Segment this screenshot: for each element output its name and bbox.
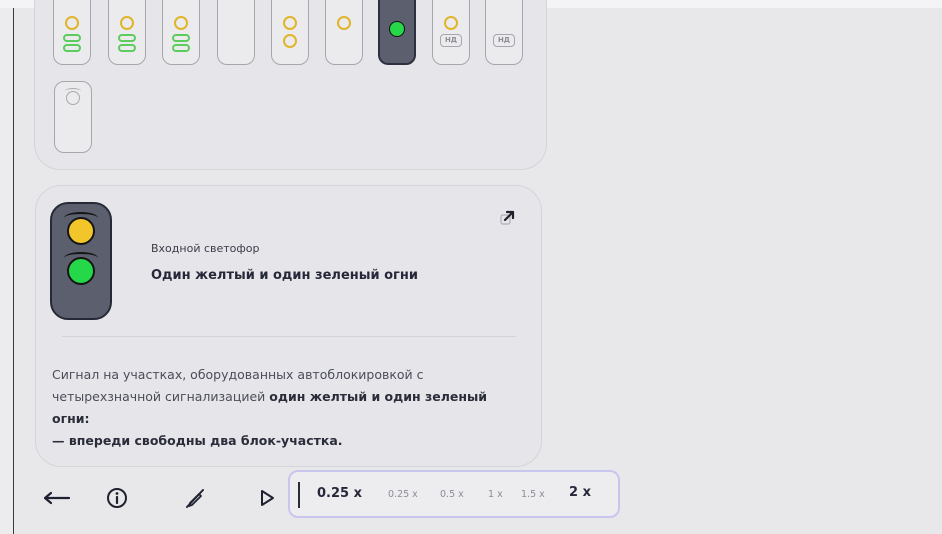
- left-edge: [0, 8, 14, 534]
- speed-option-1[interactable]: 1 x: [488, 489, 503, 500]
- signal-grid-card: НД НД: [34, 0, 547, 170]
- signal-title: Один желтый и один зеленый огни: [151, 268, 418, 283]
- signal-detail-card: Входной светофор Один желтый и один зеле…: [35, 185, 542, 467]
- info-icon: [107, 488, 127, 508]
- signal-option-9[interactable]: НД: [485, 0, 523, 65]
- description-conclusion: — впереди свободны два блок-участка.: [52, 433, 343, 448]
- signal-description: Сигнал на участках, оборудованных автобл…: [52, 364, 512, 452]
- signal-type: Входной светофор: [151, 242, 260, 255]
- nd-badge: НД: [440, 34, 462, 47]
- divider: [62, 336, 516, 337]
- info-button[interactable]: [97, 480, 137, 516]
- speed-selector[interactable]: 0.25 x 0.25 x 0.5 x 1 x 1.5 x 2 x: [288, 470, 620, 518]
- nd-badge: НД: [493, 34, 515, 47]
- back-button[interactable]: [38, 480, 78, 516]
- signal-option-8[interactable]: НД: [432, 0, 470, 65]
- draw-toggle-button[interactable]: [175, 480, 215, 516]
- signal-option-1[interactable]: [53, 0, 91, 65]
- speed-option-2[interactable]: 2 x: [569, 485, 591, 500]
- signal-option-6[interactable]: [325, 0, 363, 65]
- crossed-pen-icon: [186, 489, 204, 508]
- play-icon: [261, 490, 274, 506]
- signal-option-2[interactable]: [108, 0, 146, 65]
- back-arrow-icon: [43, 491, 71, 505]
- speed-cursor: [298, 482, 300, 508]
- signal-preview: [50, 202, 112, 320]
- signal-option-5[interactable]: [271, 0, 309, 65]
- signal-option-7-selected[interactable]: [378, 0, 416, 65]
- signal-option-3[interactable]: [162, 0, 200, 65]
- play-button[interactable]: [247, 480, 287, 516]
- speed-option-0-25[interactable]: 0.25 x: [388, 489, 418, 500]
- signal-option-10[interactable]: [54, 81, 92, 153]
- app-window: НД НД Входной светофор Один желтый и оди…: [15, 0, 942, 534]
- yellow-lamp: [67, 217, 95, 245]
- signal-option-4[interactable]: [217, 0, 255, 65]
- speed-option-1-5[interactable]: 1.5 x: [521, 489, 545, 500]
- green-lamp: [67, 257, 95, 285]
- speed-option-0-5[interactable]: 0.5 x: [440, 489, 464, 500]
- external-link-icon[interactable]: [498, 208, 518, 228]
- current-speed: 0.25 x: [317, 486, 362, 501]
